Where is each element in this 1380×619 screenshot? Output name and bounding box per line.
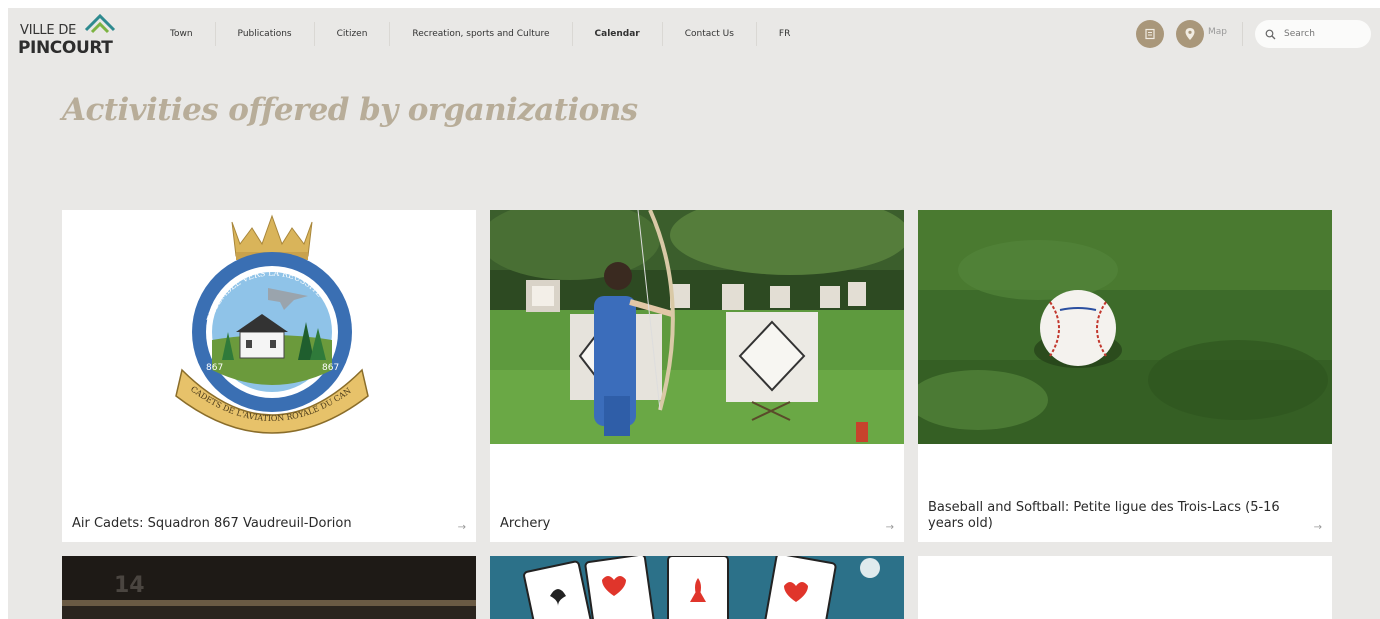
nav-item-language[interactable]: FR bbox=[757, 22, 812, 46]
archery-photo bbox=[490, 210, 904, 444]
nav-item-contact[interactable]: Contact Us bbox=[663, 22, 757, 46]
crest-number-left: 867 bbox=[206, 363, 223, 373]
search-box[interactable] bbox=[1255, 20, 1371, 48]
nav-item-recreation[interactable]: Recreation, sports and Culture bbox=[390, 22, 573, 46]
page-title: Activities offered by organizations bbox=[62, 92, 638, 128]
activity-card-air-cadets[interactable]: 867 867 CADETS DE L'AVIATION ROYALE DU C… bbox=[62, 210, 476, 542]
header-divider bbox=[1242, 22, 1243, 46]
search-icon bbox=[1265, 29, 1276, 39]
arrow-right-icon: → bbox=[457, 522, 466, 533]
logo-line2: PINCOURT bbox=[18, 38, 113, 58]
logo-roof-icon bbox=[84, 13, 116, 34]
arrow-right-icon: → bbox=[885, 522, 894, 533]
card-number: 14 bbox=[114, 573, 145, 598]
document-icon bbox=[1145, 28, 1155, 40]
site-logo[interactable]: VILLE DE PINCOURT bbox=[18, 10, 118, 62]
activity-card-partial-3[interactable] bbox=[918, 556, 1332, 619]
arrow-right-icon: → bbox=[1313, 522, 1322, 533]
activity-card-baseball[interactable]: Baseball and Softball: Petite ligue des … bbox=[918, 210, 1332, 542]
main-nav: Town Publications Citizen Recreation, sp… bbox=[148, 22, 812, 46]
map-pin-icon bbox=[1185, 28, 1195, 40]
search-input[interactable] bbox=[1284, 29, 1364, 39]
air-cadets-crest-image: 867 867 CADETS DE L'AVIATION ROYALE DU C… bbox=[62, 210, 476, 444]
card-title: Archery bbox=[500, 516, 551, 531]
baseball-photo bbox=[918, 210, 1332, 444]
nav-item-calendar[interactable]: Calendar bbox=[573, 22, 663, 46]
activity-card-archery[interactable]: Archery → bbox=[490, 210, 904, 542]
notice-button[interactable] bbox=[1136, 20, 1164, 48]
nav-item-town[interactable]: Town bbox=[148, 22, 216, 46]
activity-card-partial-2[interactable] bbox=[490, 556, 904, 619]
hockey-photo: 14 bbox=[62, 556, 476, 619]
nav-item-publications[interactable]: Publications bbox=[216, 22, 315, 46]
page: VILLE DE PINCOURT Town Publications Citi… bbox=[8, 8, 1380, 619]
map-label[interactable]: Map bbox=[1208, 27, 1227, 37]
card-title: Air Cadets: Squadron 867 Vaudreuil-Dorio… bbox=[72, 516, 352, 531]
card-title: Baseball and Softball: Petite ligue des … bbox=[928, 500, 1280, 531]
playing-cards-illustration bbox=[490, 556, 904, 619]
activity-card-partial-1[interactable]: 14 bbox=[62, 556, 476, 619]
crest-number-right: 867 bbox=[322, 363, 339, 373]
logo-line1: VILLE DE bbox=[20, 23, 77, 38]
nav-item-citizen[interactable]: Citizen bbox=[315, 22, 391, 46]
map-button[interactable] bbox=[1176, 20, 1204, 48]
